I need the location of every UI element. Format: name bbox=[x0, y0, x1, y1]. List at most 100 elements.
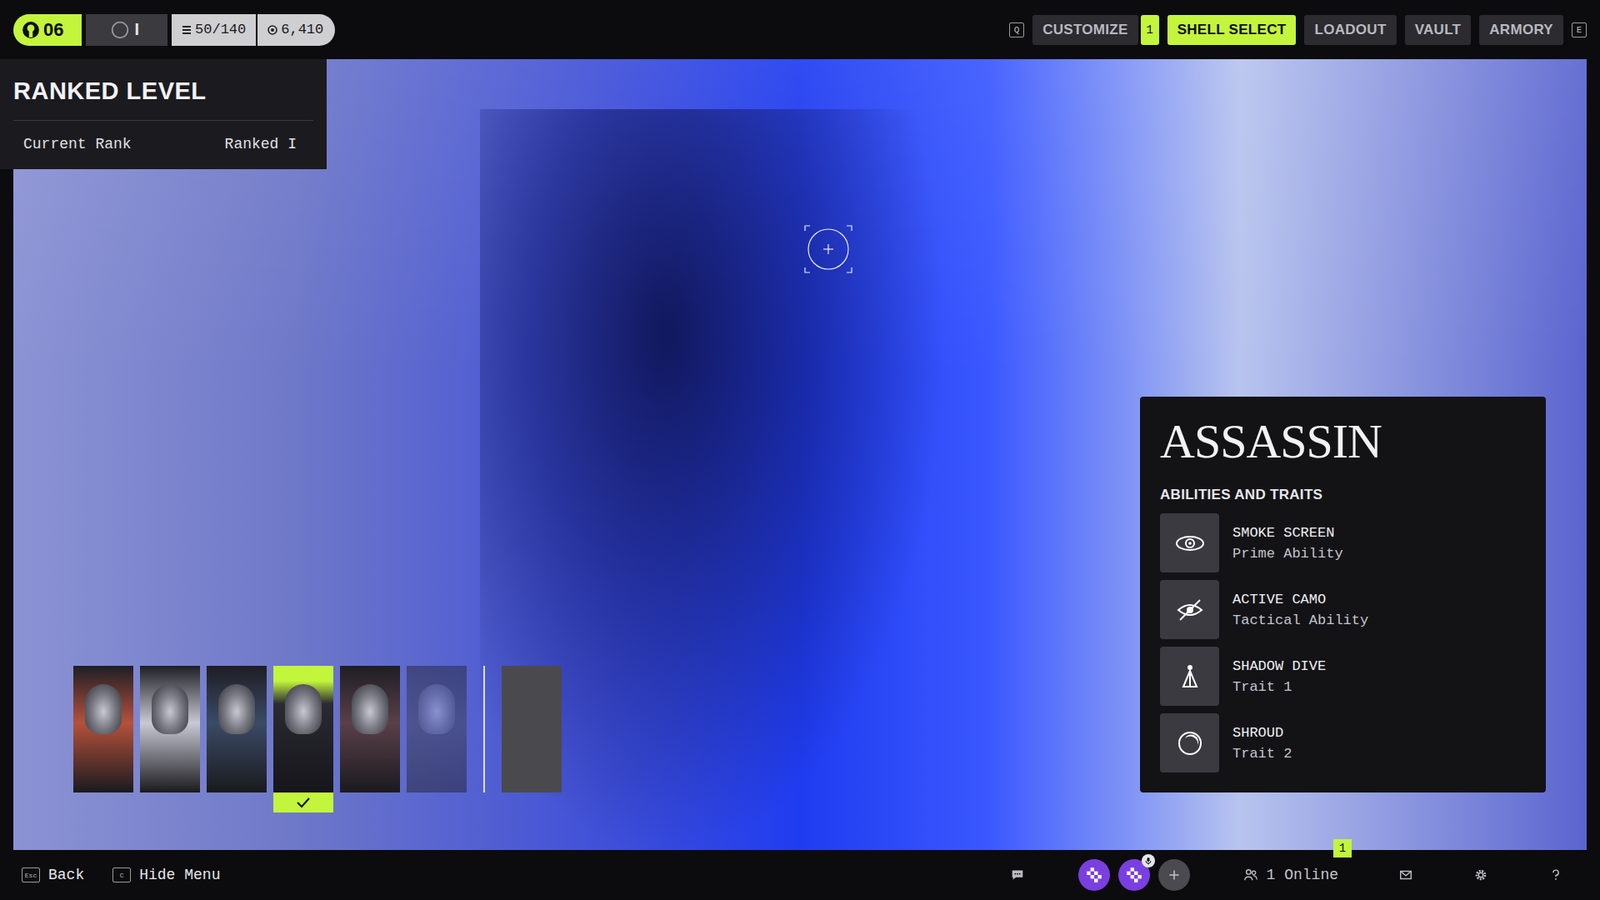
ability-row[interactable]: SHROUDTrait 2 bbox=[1160, 713, 1526, 773]
tab[interactable]: CUSTOMIZE bbox=[1032, 15, 1139, 45]
tab-badge: 1 bbox=[1140, 15, 1160, 45]
mail-icon bbox=[1398, 867, 1414, 883]
tab-wrap: VAULT bbox=[1405, 15, 1472, 45]
people-icon bbox=[1243, 867, 1259, 883]
resource-pill: 50/140 6,410 bbox=[171, 14, 335, 46]
shell-slot bbox=[273, 665, 334, 813]
credit-icon bbox=[267, 25, 278, 35]
shell-preview-image: ASSASSINABILITIES AND TRAITSSMOKE SCREEN… bbox=[13, 59, 1587, 850]
shell-portrait[interactable] bbox=[340, 665, 400, 793]
main-tabs: Q CUSTOMIZE1SHELL SELECTLOADOUT VAULTARMOR… bbox=[1009, 15, 1587, 45]
online-friends[interactable]: 1 Online1 bbox=[1225, 866, 1357, 884]
shell-portrait[interactable] bbox=[273, 665, 334, 793]
ability-icon bbox=[1160, 580, 1220, 640]
rank-circle-icon bbox=[110, 20, 130, 40]
tab[interactable]: SHELL SELECT bbox=[1167, 15, 1297, 45]
tab[interactable]: VAULT bbox=[1405, 15, 1472, 45]
action-label: Hide Menu bbox=[139, 866, 220, 884]
prev-tab-key[interactable]: Q bbox=[1009, 22, 1025, 38]
rank-text: I bbox=[134, 20, 140, 40]
ability-text: SHADOW DIVE Trait 1 bbox=[1232, 658, 1326, 695]
party-avatar[interactable] bbox=[1078, 859, 1110, 891]
credits-text: 6,410 bbox=[280, 21, 324, 38]
ability-text: ACTIVE CAMOTactical Ability bbox=[1232, 591, 1369, 629]
action-key: C bbox=[112, 867, 131, 883]
gear-icon bbox=[1473, 867, 1489, 883]
shell-portrait[interactable] bbox=[501, 665, 562, 793]
ability-type: Prime Ability bbox=[1232, 545, 1344, 562]
stack-icon bbox=[181, 25, 192, 35]
selected-check-icon bbox=[273, 792, 334, 813]
selection-row: ASSASSINABILITIES AND TRAITSSMOKE SCREEN… bbox=[73, 396, 1546, 813]
action-key: Esc bbox=[21, 867, 40, 883]
ability-icon bbox=[1160, 713, 1220, 773]
ability-icon bbox=[1160, 646, 1220, 706]
credits: 6,410 bbox=[255, 14, 335, 46]
shell-info-panel: ASSASSINABILITIES AND TRAITSSMOKE SCREEN… bbox=[1140, 396, 1546, 793]
shell-slot bbox=[340, 665, 400, 793]
next-tab-key[interactable]: E bbox=[1571, 22, 1587, 38]
ranked-level-tooltip: RANKED LEVEL Current Rank Ranked I bbox=[0, 59, 327, 170]
shell-name: ASSASSIN bbox=[1160, 415, 1526, 469]
portrait-head bbox=[285, 684, 322, 735]
ability-type: Trait 1 bbox=[1232, 679, 1326, 695]
settings-button[interactable] bbox=[1455, 867, 1507, 883]
notification-badge: 1 bbox=[1333, 839, 1352, 858]
level-text: 06 bbox=[43, 19, 64, 41]
shell-slot bbox=[406, 665, 467, 793]
action-hints: Esc Back C Hide Menu bbox=[21, 866, 220, 884]
bottom-bar: Esc Back C Hide Menu 1 Online1 bbox=[0, 850, 1600, 900]
tooltip-label: Current Rank bbox=[23, 135, 132, 153]
tooltip-title: RANKED LEVEL bbox=[13, 77, 314, 121]
shell-portrait[interactable] bbox=[140, 665, 200, 793]
party-avatar[interactable] bbox=[1118, 859, 1150, 891]
shell-slot bbox=[73, 665, 134, 793]
reticle-icon bbox=[803, 224, 854, 275]
ability-row[interactable]: ACTIVE CAMOTactical Ability bbox=[1160, 580, 1526, 640]
chat-icon bbox=[1010, 867, 1025, 883]
shell-slot bbox=[501, 665, 562, 793]
action-hint[interactable]: C Hide Menu bbox=[112, 866, 220, 884]
tab[interactable]: LOADOUT bbox=[1304, 15, 1396, 45]
tab-wrap: ARMORY bbox=[1479, 15, 1564, 45]
ability-text: SMOKE SCREEN Prime Ability bbox=[1232, 525, 1344, 562]
chat-button[interactable] bbox=[991, 867, 1044, 883]
tab-wrap: CUSTOMIZE1 bbox=[1032, 15, 1160, 45]
level-pill[interactable]: 06 bbox=[13, 14, 82, 46]
ability-name: SMOKE SCREEN bbox=[1232, 525, 1344, 541]
capacity: 50/140 bbox=[171, 14, 256, 46]
avatar-pattern-icon bbox=[1125, 865, 1144, 885]
ability-text: SHROUDTrait 2 bbox=[1232, 725, 1292, 762]
ability-name: ACTIVE CAMO bbox=[1232, 591, 1369, 608]
help-icon bbox=[1548, 867, 1564, 883]
action-label: Back bbox=[48, 866, 85, 884]
rank-pill[interactable]: I bbox=[85, 14, 168, 46]
tooltip-row: Current Rank Ranked I bbox=[13, 120, 314, 156]
social-bar: 1 Online1 bbox=[991, 859, 1582, 891]
mail-button[interactable] bbox=[1380, 867, 1432, 883]
action-hint[interactable]: Esc Back bbox=[21, 866, 85, 884]
portrait-head bbox=[418, 684, 455, 735]
shell-select-screen: 06I50/1406,410QCUSTOMIZE1SHELL SELECTLOA… bbox=[0, 0, 1600, 900]
shell-slot bbox=[206, 665, 267, 793]
ability-name: SHADOW DIVE bbox=[1232, 658, 1326, 675]
shell-portrait[interactable] bbox=[73, 665, 134, 793]
strip-divider bbox=[483, 665, 485, 793]
shell-portrait[interactable] bbox=[206, 665, 267, 793]
ability-name: SHROUD bbox=[1232, 725, 1292, 741]
shell-portrait[interactable] bbox=[406, 665, 467, 793]
tooltip-value: Ranked I bbox=[225, 135, 297, 153]
tab[interactable]: ARMORY bbox=[1479, 15, 1564, 45]
tab-wrap: LOADOUT bbox=[1304, 15, 1396, 45]
portrait-head bbox=[85, 684, 122, 735]
ability-row[interactable]: SMOKE SCREEN Prime Ability bbox=[1160, 513, 1526, 573]
main-area: ASSASSINABILITIES AND TRAITSSMOKE SCREEN… bbox=[0, 59, 1600, 850]
avatar-pattern-icon bbox=[1085, 865, 1104, 885]
portrait-head bbox=[151, 684, 189, 735]
online-count: 1 Online bbox=[1266, 866, 1339, 884]
tab-wrap: SHELL SELECT bbox=[1167, 15, 1297, 45]
ability-row[interactable]: SHADOW DIVE Trait 1 bbox=[1160, 646, 1526, 706]
mic-icon bbox=[1141, 854, 1155, 868]
help-button[interactable] bbox=[1530, 867, 1582, 883]
party-avatar[interactable] bbox=[1158, 859, 1190, 891]
